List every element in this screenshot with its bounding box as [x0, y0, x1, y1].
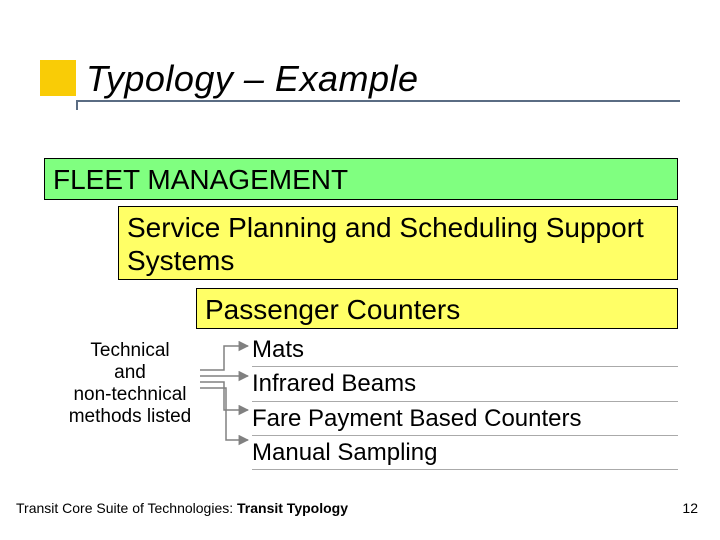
- box-passenger-label: Passenger Counters: [205, 294, 460, 325]
- annotation-line: non-technical: [60, 384, 200, 406]
- accent-square: [40, 60, 76, 96]
- box-fleet-label: FLEET MANAGEMENT: [53, 164, 348, 195]
- slide-title: Typology – Example: [86, 58, 419, 100]
- annotation-line: Technical: [60, 340, 200, 362]
- annotation-block: Technical and non-technical methods list…: [60, 340, 200, 427]
- list-item: Fare Payment Based Counters: [252, 402, 678, 436]
- footer: Transit Core Suite of Technologies: Tran…: [16, 500, 348, 516]
- footer-prefix: Transit Core Suite of Technologies:: [16, 500, 237, 516]
- list-item: Manual Sampling: [252, 436, 678, 470]
- list-item-label: Manual Sampling: [252, 439, 437, 466]
- annotation-line: methods listed: [60, 406, 200, 428]
- box-service-label: Service Planning and Scheduling Support …: [127, 212, 644, 276]
- list-item: Mats: [252, 333, 678, 367]
- list-item-label: Infrared Beams: [252, 370, 416, 397]
- title-underline-notch: [76, 100, 78, 110]
- methods-list: Mats Infrared Beams Fare Payment Based C…: [252, 333, 678, 470]
- footer-bold: Transit Typology: [237, 500, 348, 516]
- arrow-icon: [200, 388, 248, 440]
- arrow-icon: [200, 382, 248, 410]
- list-item-label: Fare Payment Based Counters: [252, 405, 582, 432]
- list-item-label: Mats: [252, 336, 304, 363]
- page-number: 12: [682, 500, 698, 516]
- list-item: Infrared Beams: [252, 367, 678, 401]
- box-service-planning: Service Planning and Scheduling Support …: [118, 206, 678, 280]
- arrow-icon: [200, 346, 248, 370]
- box-passenger-counters: Passenger Counters: [196, 288, 678, 329]
- title-underline: [76, 100, 680, 102]
- box-fleet-management: FLEET MANAGEMENT: [44, 158, 678, 200]
- annotation-line: and: [60, 362, 200, 384]
